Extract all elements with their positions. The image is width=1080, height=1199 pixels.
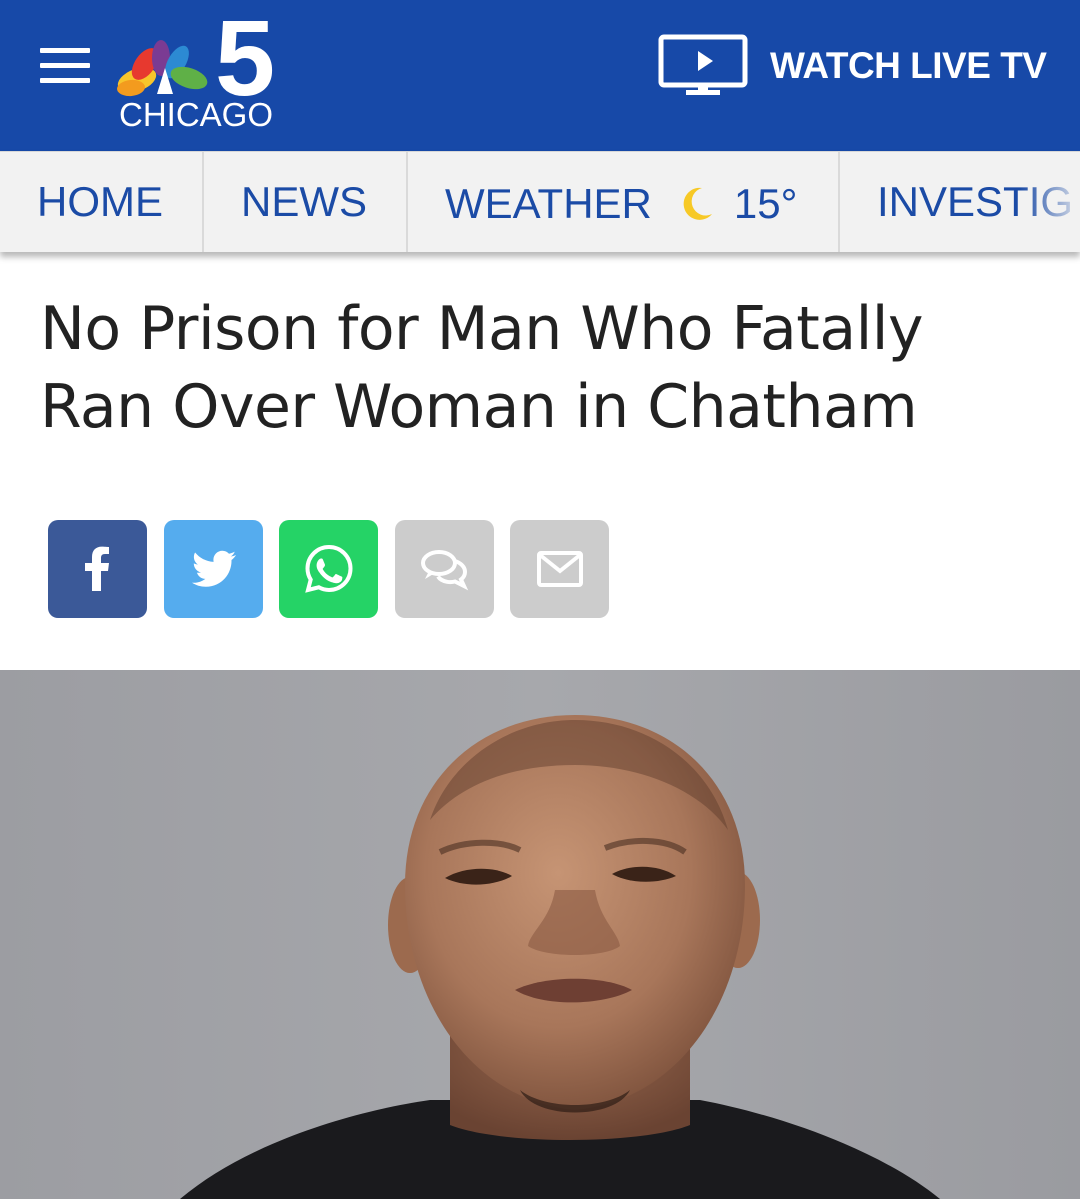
watch-live-tv-button[interactable]: WATCH LIVE TV [658,34,1048,98]
nav-item-label: NEWS [241,178,367,225]
site-header: 5 CHICAGO WATCH LIVE TV [0,0,1080,151]
weather-temperature: 15° [733,180,798,227]
booking-photo-illustration [0,670,1080,1199]
headline-line-2: Ran Over Woman in Chatham [40,372,918,442]
moon-icon [683,187,712,220]
peacock-icon [117,40,208,97]
email-share-button[interactable] [510,520,609,618]
nav-item-weather[interactable]: WEATHER 15° [445,154,797,252]
whatsapp-icon [304,544,353,593]
nav-divider [406,152,408,252]
email-icon [536,551,583,587]
watch-live-label: WATCH LIVE TV [770,45,1047,86]
nbc5-chicago-logo[interactable]: 5 CHICAGO [115,4,305,137]
facebook-share-button[interactable] [48,520,147,618]
comments-share-button[interactable] [395,520,494,618]
article-headline: No Prison for Man Who Fatally Ran Over W… [40,290,1040,446]
comments-icon [420,550,468,591]
nav-item-home[interactable]: HOME [37,152,163,252]
nav-item-label: HOME [37,178,163,225]
nav-item-news[interactable]: NEWS [241,152,367,252]
main-nav: HOME NEWS WEATHER 15° INVESTIG [0,151,1080,252]
facebook-icon [84,546,109,591]
tv-play-icon [658,34,748,95]
share-buttons [48,520,618,618]
article-photo [0,670,1080,1199]
nav-scroll-fade [1020,152,1080,252]
twitter-share-button[interactable] [164,520,263,618]
twitter-icon [191,550,236,587]
nav-divider [202,152,204,252]
hamburger-menu-icon[interactable] [40,48,90,86]
headline-line-1: No Prison for Man Who Fatally [40,294,923,364]
nav-divider [838,152,840,252]
whatsapp-share-button[interactable] [279,520,378,618]
city-label: CHICAGO [119,96,274,133]
nav-item-label: WEATHER [445,180,652,227]
